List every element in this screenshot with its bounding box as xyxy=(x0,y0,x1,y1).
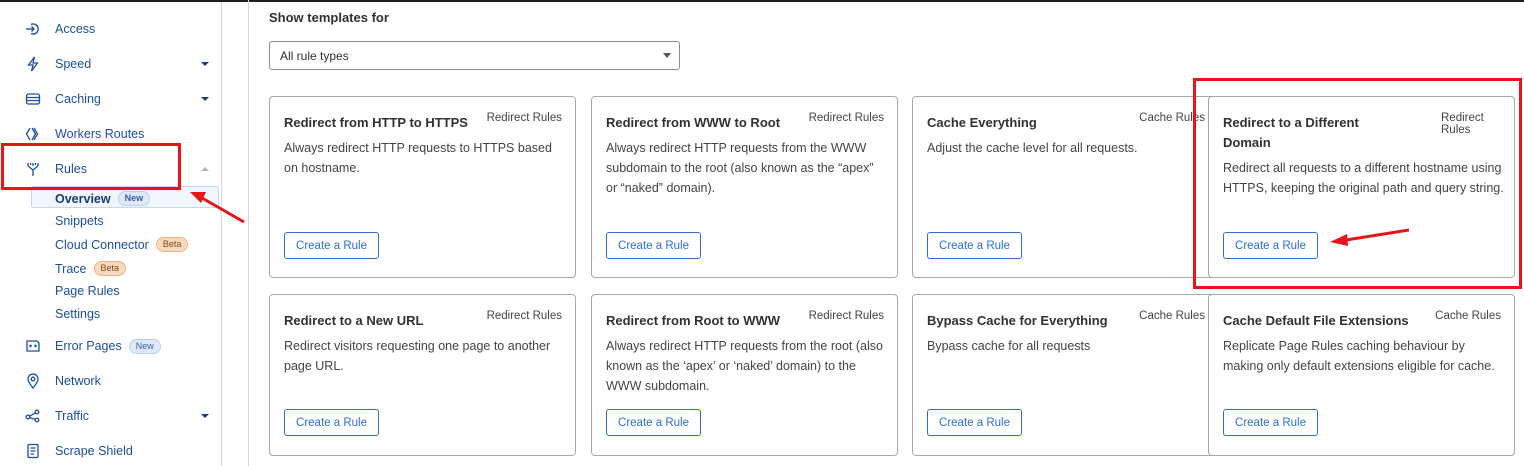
annotation-arrows xyxy=(190,192,1410,246)
